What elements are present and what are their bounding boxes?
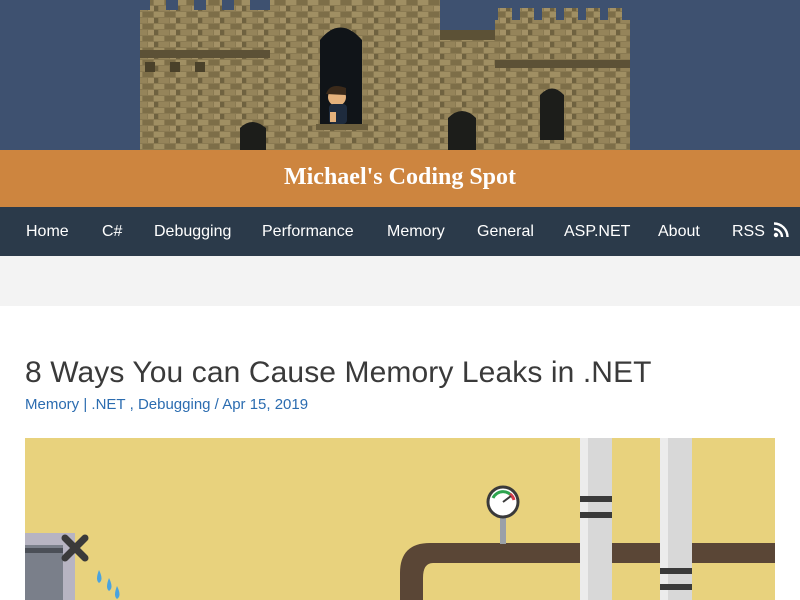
leaking-pipes-illustration bbox=[25, 438, 775, 600]
post-meta: Memory | .NET, Debugging / Apr 15, 2019 bbox=[25, 396, 308, 413]
featured-image bbox=[25, 438, 775, 600]
post-title[interactable]: 8 Ways You can Cause Memory Leaks in .NE… bbox=[25, 356, 652, 390]
category-link-memory[interactable]: Memory bbox=[25, 396, 79, 413]
content-top-band bbox=[0, 256, 800, 306]
category-link-debugging[interactable]: Debugging bbox=[138, 396, 211, 413]
nav-item-csharp[interactable]: C# bbox=[102, 207, 122, 256]
nav-item-home[interactable]: Home bbox=[26, 207, 69, 256]
nav-item-aspnet[interactable]: ASP.NET bbox=[564, 207, 630, 256]
meta-separator-pipe: | bbox=[83, 396, 88, 413]
rss-icon bbox=[774, 222, 790, 238]
castle-illustration bbox=[140, 0, 630, 150]
nav-item-memory[interactable]: Memory bbox=[387, 207, 445, 256]
site-title-bar: Michael's Coding Spot bbox=[0, 150, 800, 207]
site-title[interactable]: Michael's Coding Spot bbox=[284, 164, 516, 191]
nav-item-debugging[interactable]: Debugging bbox=[154, 207, 231, 256]
meta-separator-slash: / bbox=[214, 396, 219, 413]
main-nav: Home C# Debugging Performance Memory Gen… bbox=[0, 207, 800, 256]
header-banner bbox=[0, 0, 800, 150]
nav-item-rss-label: RSS bbox=[732, 223, 765, 240]
meta-separator-comma: , bbox=[129, 396, 134, 413]
nav-item-performance[interactable]: Performance bbox=[262, 207, 354, 256]
nav-item-rss[interactable]: RSS bbox=[732, 207, 790, 256]
post-date: Apr 15, 2019 bbox=[222, 396, 309, 413]
category-link-net[interactable]: .NET bbox=[91, 396, 125, 413]
nav-item-general[interactable]: General bbox=[477, 207, 534, 256]
nav-item-about[interactable]: About bbox=[658, 207, 700, 256]
